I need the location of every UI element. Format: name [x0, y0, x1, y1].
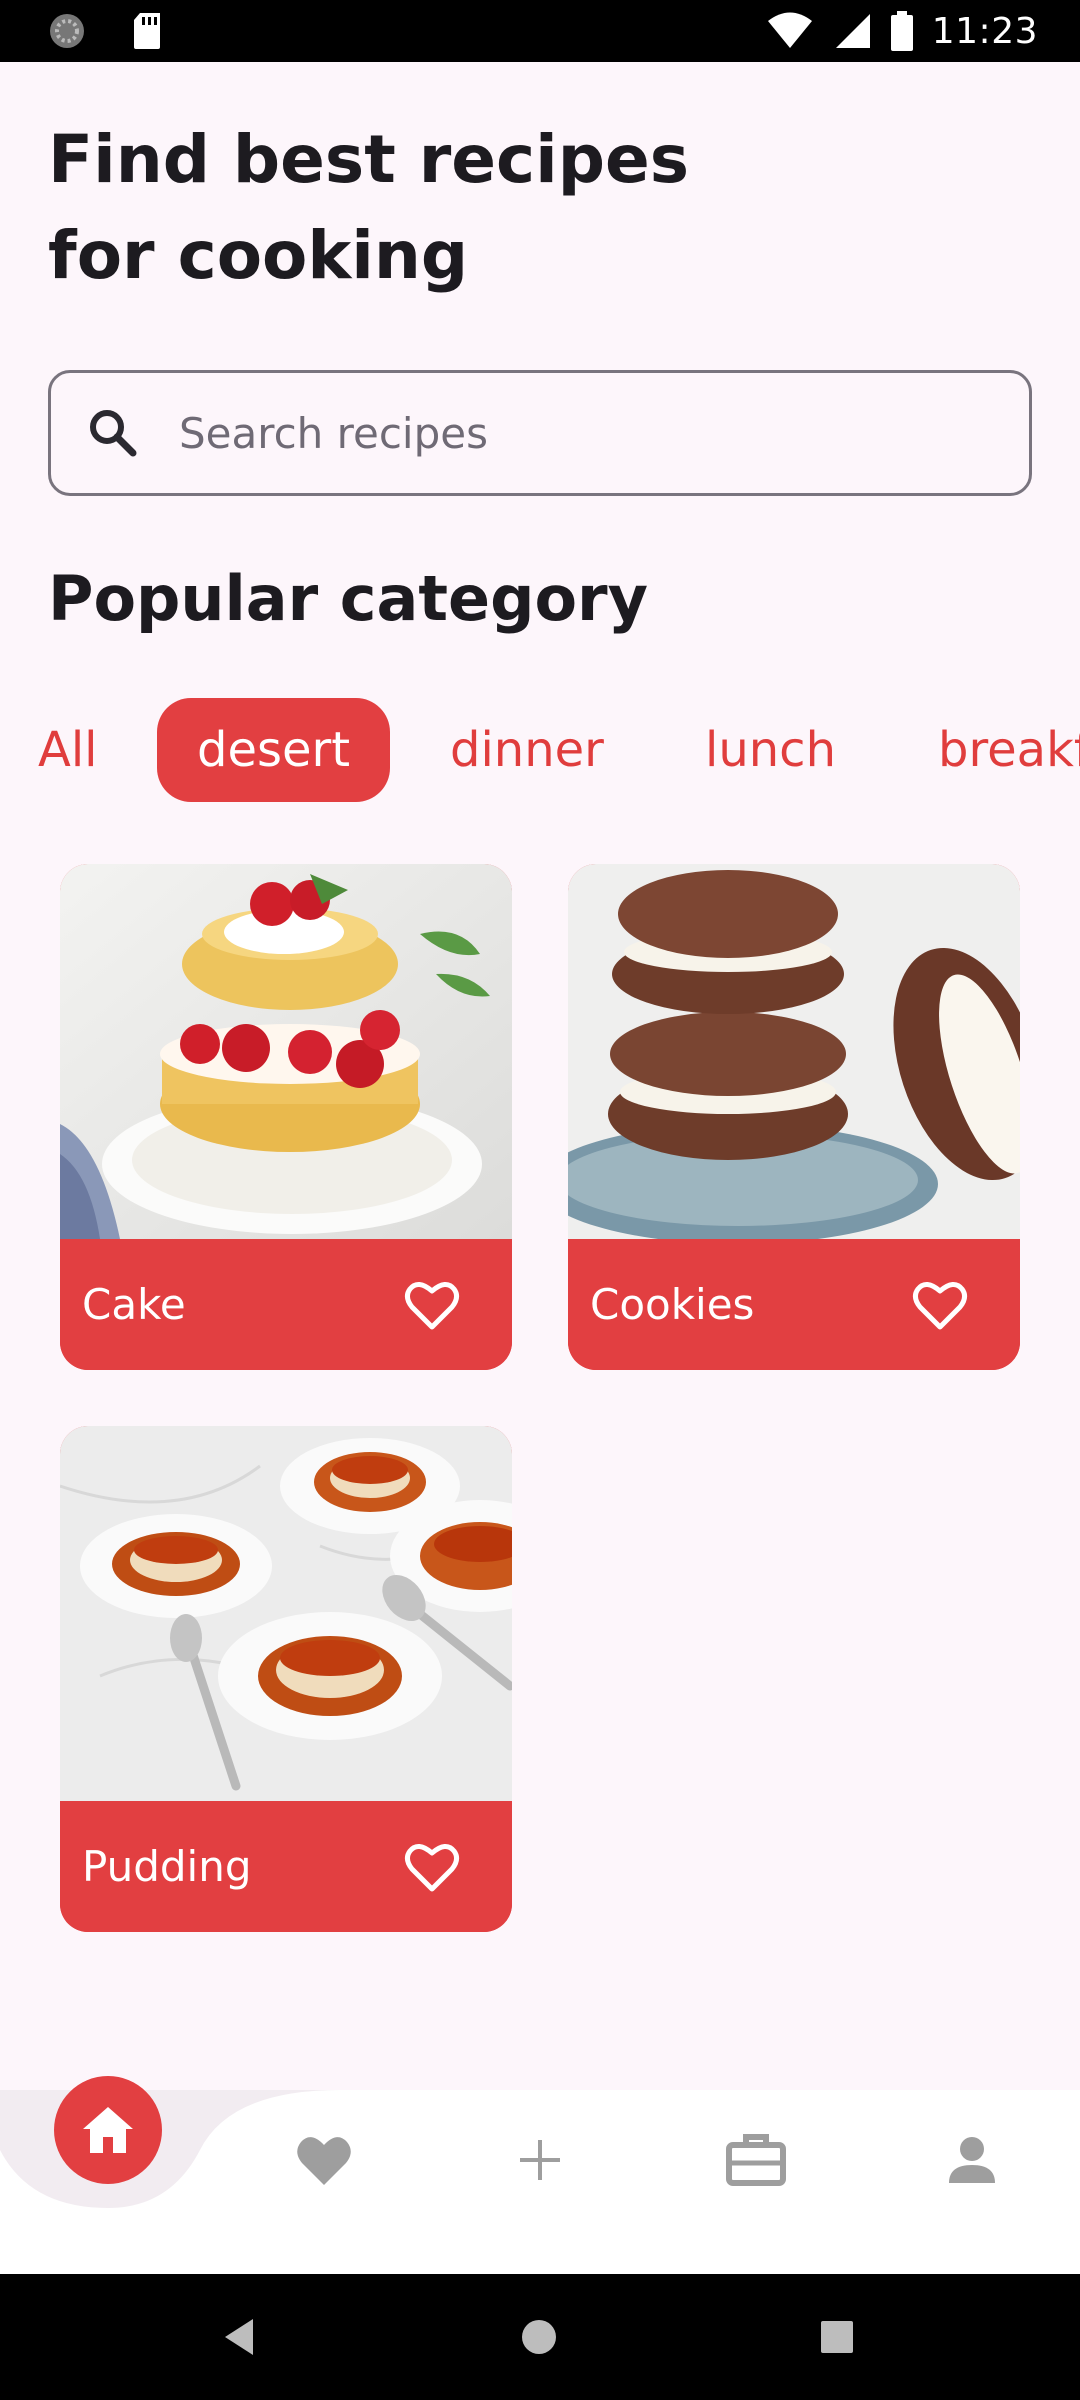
recipe-title: Cookies — [590, 1280, 755, 1329]
sd-card-icon — [134, 13, 160, 49]
search-input[interactable] — [179, 408, 959, 458]
recipe-title: Pudding — [82, 1842, 252, 1891]
home-icon — [83, 2107, 133, 2153]
person-icon — [949, 2137, 995, 2183]
square-recents-icon — [821, 2321, 853, 2353]
category-chip-lunch[interactable]: lunch — [705, 698, 836, 802]
recipe-card-footer: Cookies — [568, 1239, 1020, 1370]
category-chip-all[interactable]: All — [38, 698, 98, 802]
heart-outline-icon — [912, 1281, 968, 1329]
nav-add-button[interactable] — [500, 2120, 580, 2200]
circle-home-icon — [522, 2320, 556, 2354]
title-line-1: Find best recipes — [48, 121, 690, 198]
recipe-image-cookies — [568, 864, 1020, 1239]
home-system-button[interactable] — [514, 2312, 564, 2362]
favorite-button[interactable] — [402, 1837, 462, 1897]
category-chip-desert[interactable]: desert — [157, 698, 391, 802]
nav-home-button[interactable] — [54, 2076, 162, 2184]
recents-button[interactable] — [812, 2312, 862, 2362]
heart-outline-icon — [404, 1843, 460, 1891]
section-title-popular: Popular category — [48, 562, 649, 635]
recipe-card-footer: Pudding — [60, 1801, 512, 1932]
recipe-card-cookies[interactable]: Cookies — [568, 864, 1020, 1370]
recipe-title: Cake — [82, 1280, 186, 1329]
cellular-signal-icon — [835, 14, 870, 48]
screen: 11:23 Find best recipes for cooking Popu… — [0, 0, 1080, 2400]
status-bar: 11:23 — [0, 0, 1080, 62]
recipe-card-footer: Cake — [60, 1239, 512, 1370]
sync-icon — [50, 14, 84, 48]
favorite-button[interactable] — [402, 1275, 462, 1335]
status-time: 11:23 — [931, 10, 1038, 52]
favorite-button[interactable] — [910, 1275, 970, 1335]
search-bar[interactable] — [48, 370, 1032, 496]
briefcase-icon — [726, 2134, 786, 2186]
search-icon — [90, 410, 137, 457]
bottom-navigation — [0, 2076, 1080, 2274]
nav-profile-button[interactable] — [932, 2120, 1012, 2200]
nav-favorites-button[interactable] — [284, 2120, 364, 2200]
page-title: Find best recipes for cooking — [48, 112, 748, 304]
recipe-card-pudding[interactable]: Pudding — [60, 1426, 512, 1932]
system-navigation-bar — [0, 2274, 1080, 2400]
battery-icon — [890, 11, 913, 51]
back-icon — [225, 2319, 253, 2355]
title-line-2: for cooking — [48, 217, 469, 294]
plus-icon — [520, 2140, 560, 2180]
category-chip-dinner[interactable]: dinner — [450, 698, 604, 802]
category-chip-breakfast[interactable]: breakfast — [938, 698, 1080, 802]
heart-icon — [297, 2137, 351, 2185]
back-button[interactable] — [214, 2312, 264, 2362]
category-chips: All desert dinner lunch breakfast — [0, 698, 1080, 802]
recipe-card-cake[interactable]: Cake — [60, 864, 512, 1370]
recipe-image-cake — [60, 864, 512, 1239]
heart-outline-icon — [404, 1281, 460, 1329]
wifi-icon — [767, 12, 812, 48]
recipe-image-pudding — [60, 1426, 512, 1801]
nav-briefcase-button[interactable] — [716, 2120, 796, 2200]
